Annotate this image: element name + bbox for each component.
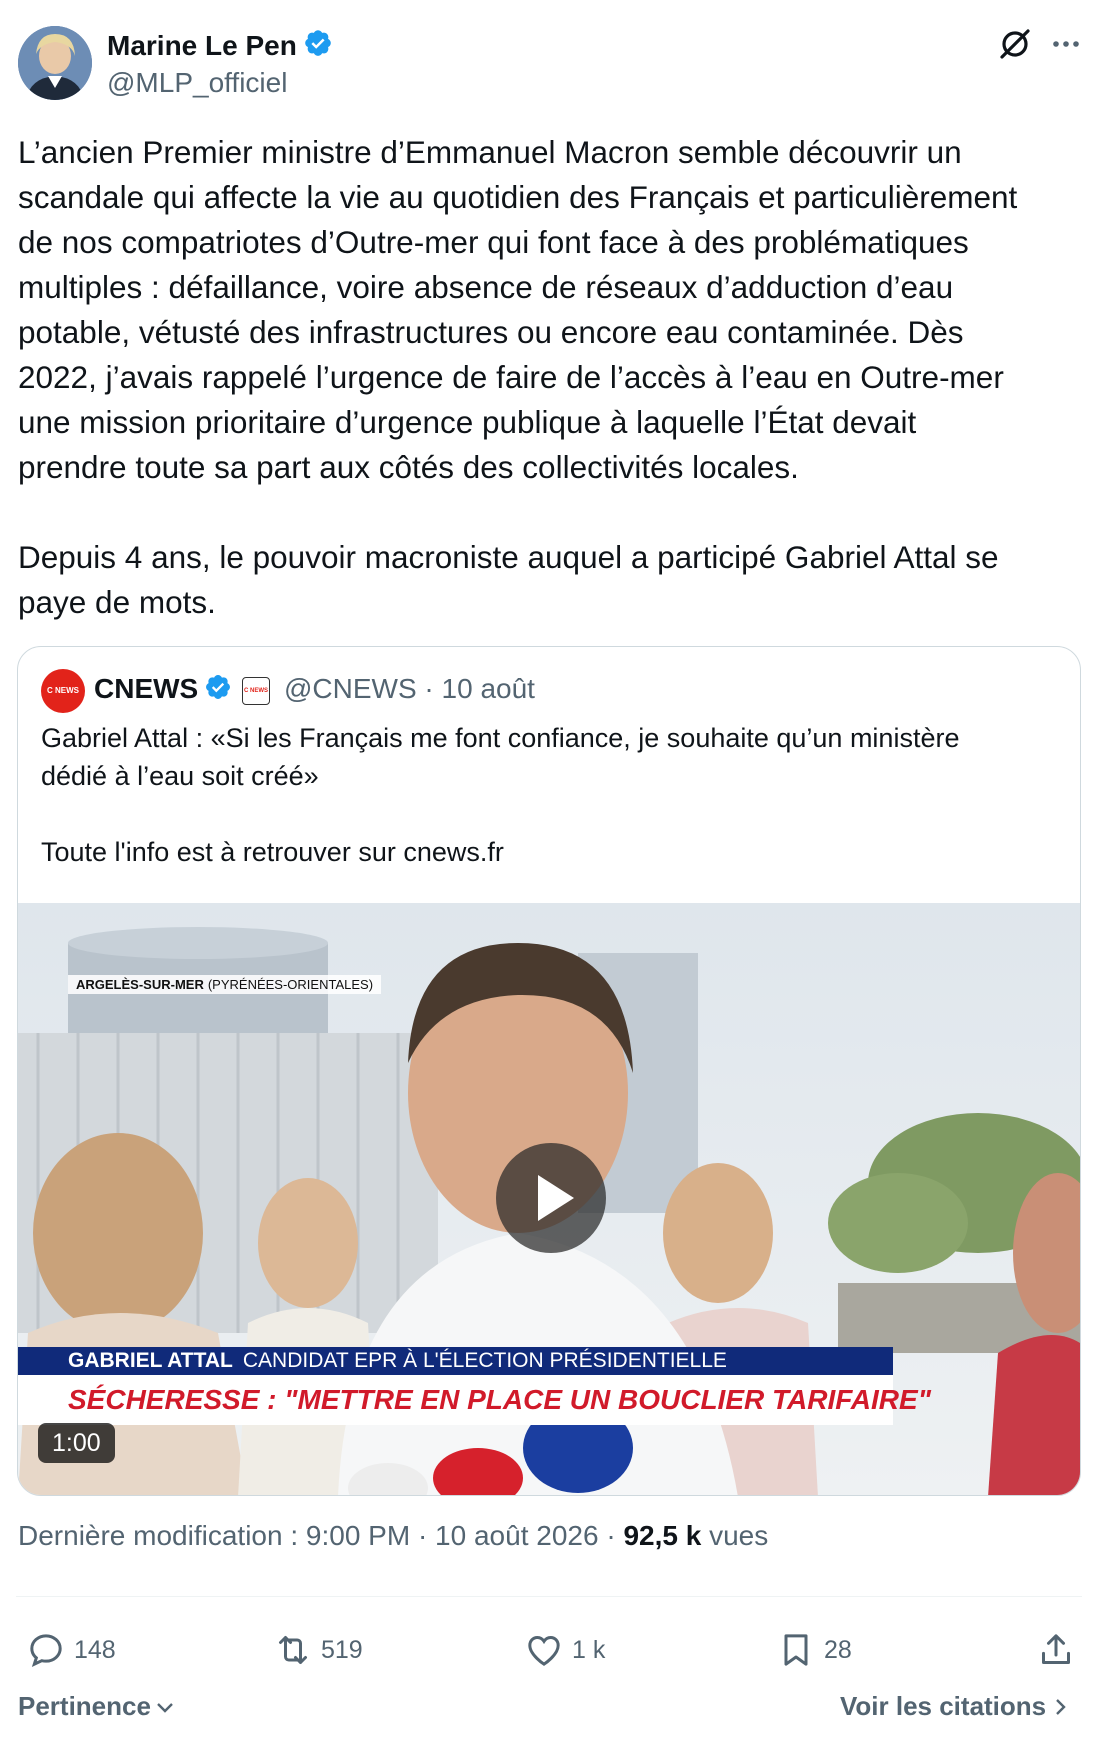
cnews-avatar[interactable]: C NEWS (41, 669, 85, 713)
share-button[interactable] (1036, 1630, 1084, 1670)
cnews-affiliate-badge-icon[interactable]: C NEWS (242, 677, 270, 705)
grok-icon[interactable] (997, 26, 1033, 62)
bookmark-count: 28 (824, 1635, 852, 1664)
author-name[interactable]: Marine Le Pen (107, 28, 333, 63)
video-player[interactable]: ARGELÈS-SUR-MER (PYRÉNÉES-ORIENTALES) GAB… (18, 903, 1080, 1495)
sort-dropdown[interactable]: Pertinence (18, 1688, 175, 1724)
video-lower-third-name: GABRIEL ATTAL CANDIDAT EPR À L'ÉLECTION P… (18, 1347, 893, 1375)
play-button[interactable] (496, 1143, 606, 1253)
quoted-tweet[interactable]: C NEWS CNEWS C NEWS @CNEWS · 10 août Gab… (17, 646, 1081, 1496)
banner-name: GABRIEL ATTAL (68, 1349, 233, 1372)
view-quotes-label: Voir les citations (840, 1691, 1047, 1721)
quoted-author-name-text[interactable]: CNEWS (94, 673, 198, 704)
divider (16, 1596, 1082, 1597)
quoted-tweet-text: Gabriel Attal : «Si les Français me font… (41, 723, 960, 867)
video-duration: 1:00 (38, 1423, 115, 1463)
quoted-handle-date[interactable]: @CNEWS · 10 août (284, 671, 535, 707)
verified-badge-icon (305, 30, 331, 56)
views-count: 92,5 k (623, 1520, 702, 1551)
video-headline: SÉCHERESSE : "METTRE EN PLACE UN BOUCLIE… (18, 1375, 931, 1425)
quoted-author-name[interactable]: CNEWS (94, 671, 232, 707)
bookmark-button[interactable]: 28 (776, 1630, 852, 1670)
like-button[interactable]: 1 k (524, 1630, 605, 1670)
chevron-down-icon (157, 1703, 173, 1713)
verified-badge-icon (206, 675, 231, 699)
bookmark-icon (784, 1634, 808, 1666)
author-avatar[interactable] (18, 26, 92, 100)
more-options-icon[interactable] (1048, 32, 1084, 56)
reply-icon (30, 1634, 62, 1667)
reply-count: 148 (74, 1635, 116, 1664)
view-quotes-link[interactable]: Voir les citations (840, 1688, 1068, 1724)
author-name-text[interactable]: Marine Le Pen (107, 30, 297, 61)
heart-icon (528, 1635, 560, 1666)
play-icon (538, 1175, 574, 1221)
repost-icon (279, 1636, 307, 1664)
banner-role: CANDIDAT EPR À L'ÉLECTION PRÉSIDENTIELLE (242, 1349, 727, 1372)
share-icon (1042, 1634, 1070, 1664)
video-location-tag: ARGELÈS-SUR-MER (PYRÉNÉES-ORIENTALES) (68, 975, 382, 994)
author-handle[interactable]: @MLP_officiel (107, 66, 287, 100)
tweet-meta: Dernière modification : 9:00 PM · 10 aoû… (18, 1518, 768, 1554)
location-region: (PYRÉNÉES-ORIENTALES) (207, 977, 374, 992)
sort-label: Pertinence (18, 1691, 151, 1721)
edited-timestamp[interactable]: Dernière modification : 9:00 PM · 10 aoû… (18, 1520, 623, 1551)
views-label: vues (701, 1520, 769, 1551)
tweet-text: L’ancien Premier ministre d’Emmanuel Mac… (18, 134, 1018, 620)
repost-button[interactable]: 519 (273, 1630, 363, 1670)
chevron-right-icon (1056, 1699, 1066, 1715)
repost-count: 519 (321, 1635, 363, 1664)
reply-button[interactable]: 148 (26, 1630, 116, 1670)
like-count: 1 k (572, 1635, 606, 1664)
location-name: ARGELÈS-SUR-MER (76, 977, 204, 992)
